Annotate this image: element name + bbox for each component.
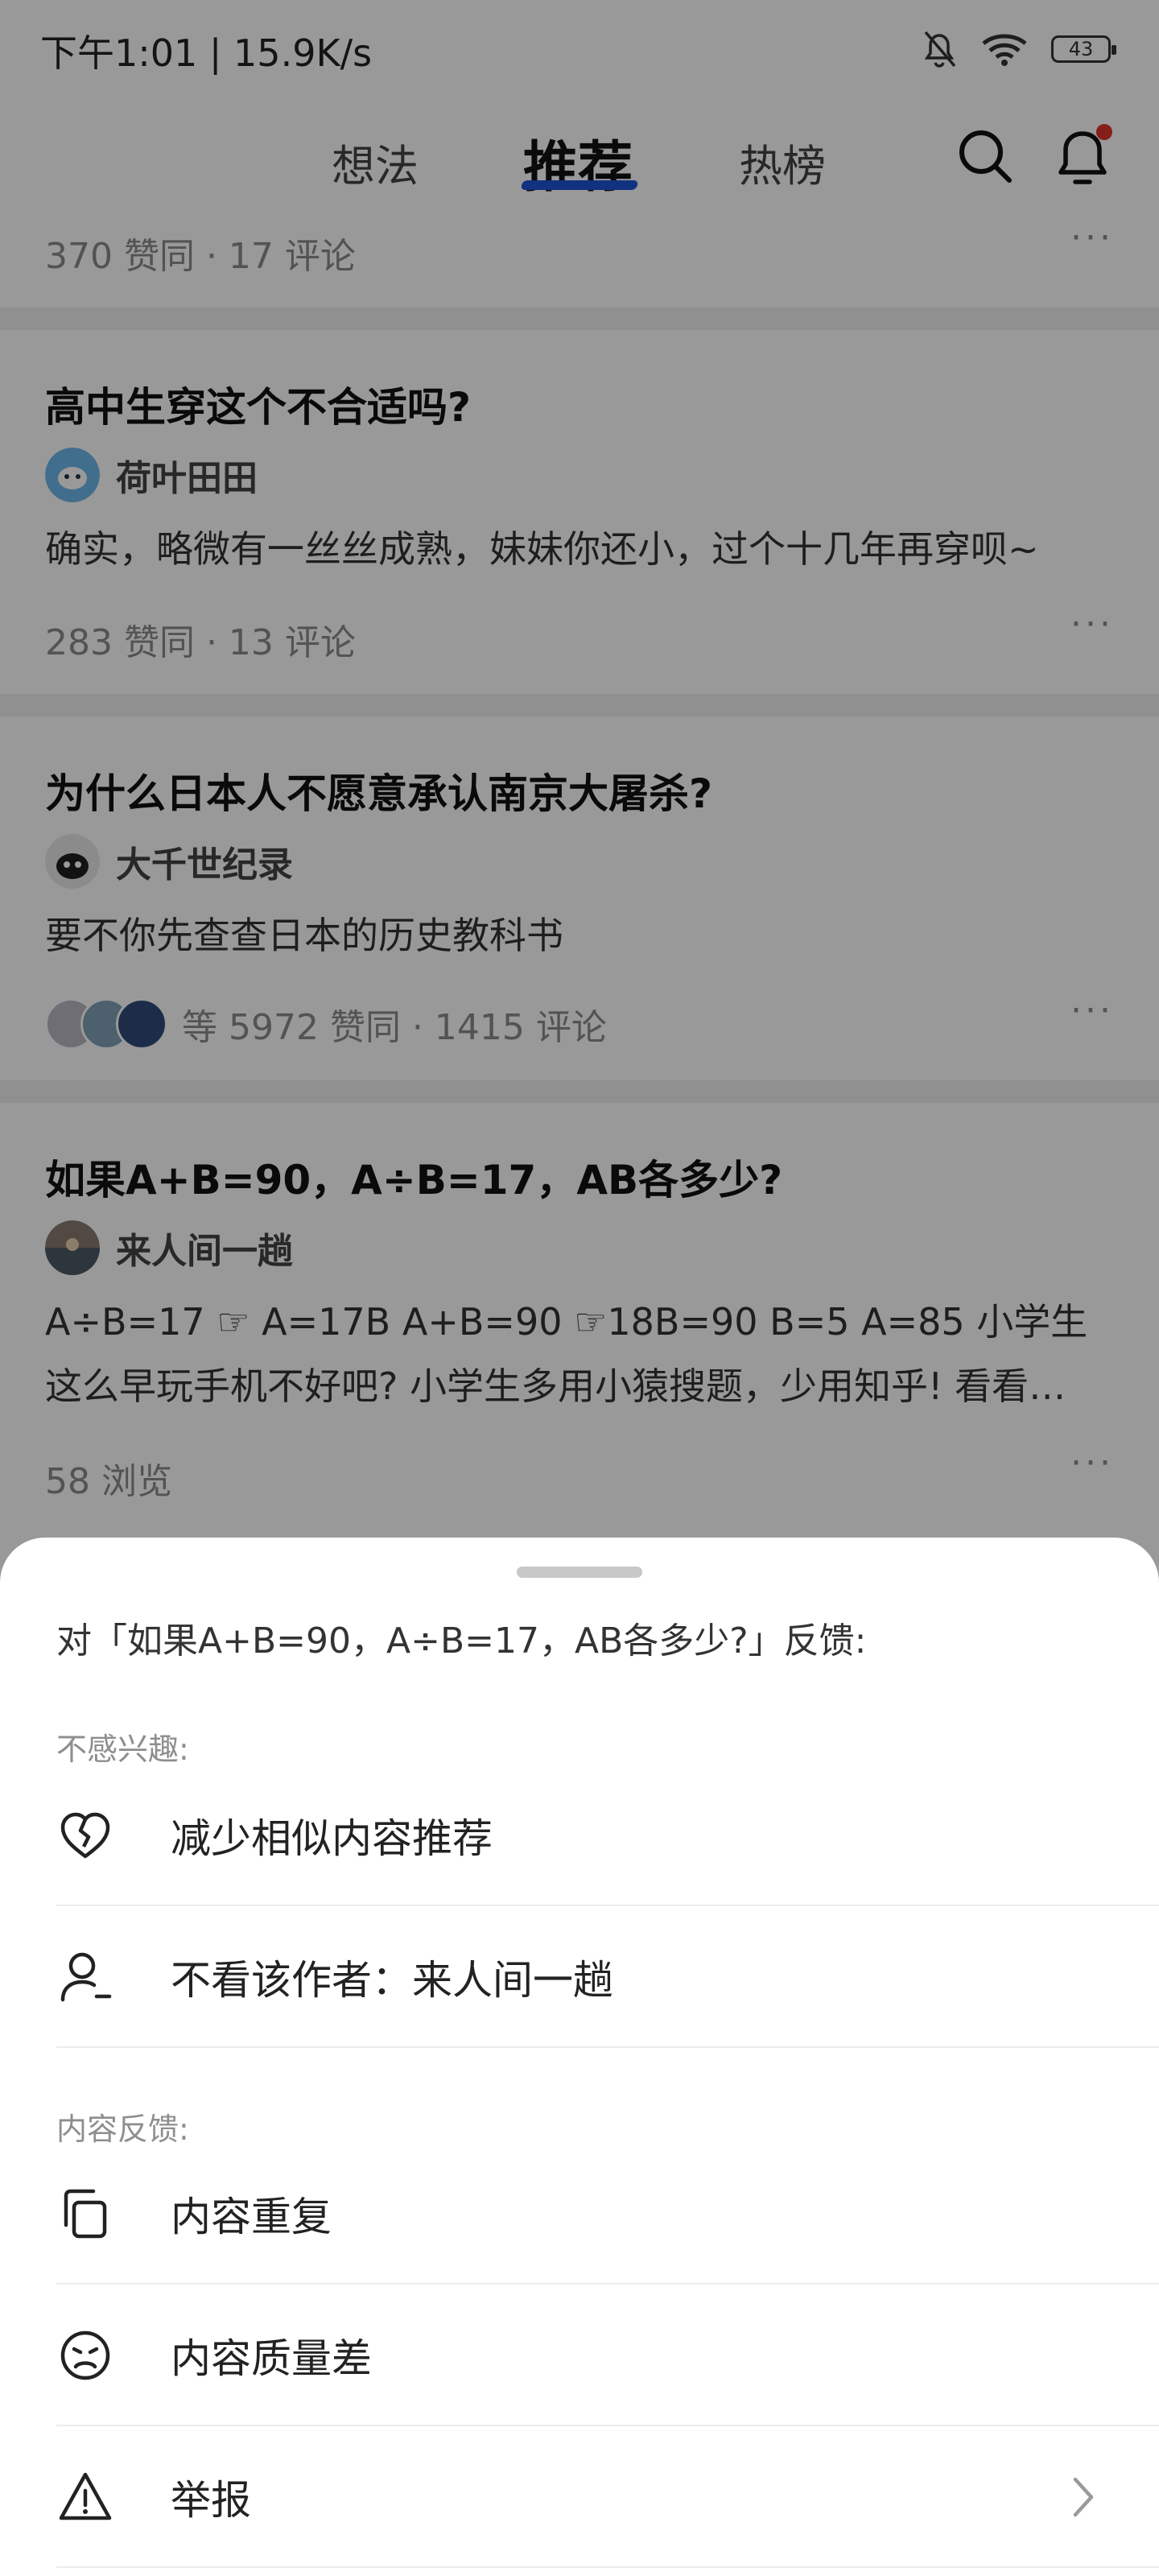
sheet-drag-handle[interactable] [517, 1567, 642, 1578]
option-label: 举报 [171, 2477, 251, 2524]
report-option[interactable]: 举报 [56, 2426, 1159, 2568]
warning-icon [59, 2472, 112, 2520]
reduce-similar-option[interactable]: 减少相似内容推荐 [56, 1765, 1159, 1906]
chevron-right-icon [1073, 2477, 1094, 2517]
option-label: 不看该作者：来人间一趟 [171, 1957, 613, 2004]
feed-page: 下午1:01 | 15.9K/s 43 想法 推荐 热榜 370 赞同 · 17… [0, 0, 1159, 2576]
divider [56, 2566, 1159, 2568]
block-author-option[interactable]: 不看该作者：来人间一趟 [56, 1906, 1159, 2048]
user-minus-icon [60, 1952, 112, 2002]
section-label-not-interested: 不感兴趣: [56, 1732, 189, 1767]
section-label-content-feedback: 内容反馈: [56, 2112, 189, 2147]
option-label: 内容重复 [171, 2194, 332, 2240]
low-quality-option[interactable]: 内容质量差 [56, 2285, 1159, 2426]
divider [56, 2046, 1159, 2048]
sad-face-icon [60, 2330, 110, 2380]
option-label: 内容质量差 [171, 2335, 372, 2382]
option-label: 减少相似内容推荐 [171, 1815, 493, 1862]
feedback-bottom-sheet: 对「如果A+B=90，A÷B=17，AB各多少?」反馈: 不感兴趣: 减少相似内… [0, 1538, 1159, 2576]
sheet-title: 对「如果A+B=90，A÷B=17，AB各多少?」反馈: [56, 1620, 867, 1662]
copy-icon [64, 2189, 107, 2239]
duplicate-content-option[interactable]: 内容重复 [56, 2143, 1159, 2285]
broken-heart-icon [60, 1812, 110, 1859]
